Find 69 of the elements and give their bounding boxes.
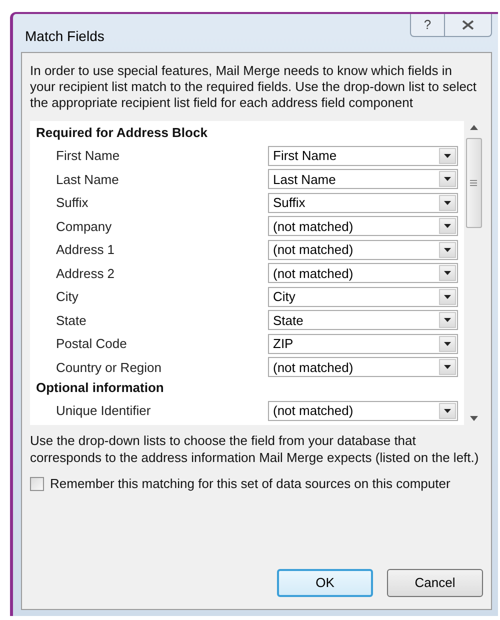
scroll-thumb[interactable] [466, 138, 482, 228]
caret-down-icon [444, 154, 451, 158]
dropdown-value: (not matched) [272, 220, 354, 233]
field-label: First Name [56, 147, 121, 165]
dropdown-arrow-button[interactable] [439, 218, 456, 234]
caret-down-icon [444, 365, 451, 370]
dialog-button[interactable]: OK [277, 569, 373, 597]
scroll-up-icon[interactable] [470, 125, 478, 130]
section-heading: Optional information [36, 379, 165, 397]
field-dropdown[interactable]: First Name [268, 146, 458, 166]
hint-text: Use the drop-down lists to choose the field from your database that corresponds to the address information Mail Merge expects (listed on the left.) [30, 433, 480, 466]
remember-checkbox[interactable] [30, 477, 44, 491]
field-label: City [56, 288, 80, 306]
dropdown-value: ZIP [272, 337, 294, 350]
section-heading: Required for Address Block [36, 124, 208, 142]
field-dropdown[interactable]: State [268, 310, 458, 330]
dropdown-value: City [272, 290, 296, 304]
field-dropdown[interactable]: (not matched) [268, 240, 458, 260]
field-dropdown[interactable]: (not matched) [268, 216, 458, 236]
dropdown-arrow-button[interactable] [439, 402, 456, 419]
field-dropdown[interactable]: ZIP [268, 334, 458, 354]
field-label: State [56, 312, 88, 330]
caret-down-icon [444, 177, 451, 182]
dropdown-value: Suffix [272, 196, 306, 210]
scroll-down-icon[interactable] [470, 416, 478, 421]
dropdown-value: (not matched) [272, 266, 354, 280]
caret-down-icon [444, 408, 451, 413]
field-dropdown[interactable]: City [268, 286, 458, 307]
field-dropdown[interactable]: (not matched) [268, 263, 458, 284]
field-label: Unique Identifier [56, 402, 152, 420]
dropdown-value: (not matched) [272, 404, 354, 418]
dropdown-arrow-button[interactable] [439, 171, 456, 188]
field-label: Address 2 [56, 264, 116, 282]
field-dropdown[interactable]: Suffix [268, 192, 458, 213]
dropdown-value: State [272, 314, 304, 327]
dropdown-value: (not matched) [272, 243, 354, 256]
dropdown-arrow-button[interactable] [439, 242, 456, 258]
dropdown-value: First Name [272, 149, 338, 162]
dropdown-value: (not matched) [272, 360, 354, 374]
dropdown-arrow-button[interactable] [439, 359, 456, 376]
dropdown-arrow-button[interactable] [439, 265, 456, 282]
field-label: Country or Region [56, 358, 162, 377]
field-dropdown[interactable]: (not matched) [268, 400, 458, 421]
field-label: Last Name [56, 170, 120, 188]
caret-down-icon [444, 200, 451, 205]
dropdown-arrow-button[interactable] [439, 148, 456, 164]
field-label: Suffix [56, 194, 90, 212]
window-title: Match Fields [25, 27, 104, 46]
field-label: Postal Code [56, 335, 128, 353]
field-label: Address 1 [56, 241, 116, 259]
caret-down-icon [444, 342, 451, 346]
intro-text: In order to use special features, Mail Merge needs to know which fields in your recipient list match to the required fields. Use the drop-down list to select the appropriate recipient list field for each address field component [30, 63, 478, 111]
dialog-button[interactable]: Cancel [387, 569, 483, 597]
caret-down-icon [444, 271, 451, 276]
close-icon [462, 20, 474, 30]
caret-down-icon [444, 248, 451, 252]
dropdown-value: Last Name [272, 172, 337, 186]
caret-down-icon [444, 224, 451, 228]
field-label: Company [56, 218, 113, 236]
remember-label[interactable]: Remember this matching for this set of data sources on this computer [50, 476, 450, 492]
grip-icon [470, 180, 477, 186]
dropdown-arrow-button[interactable] [439, 312, 456, 328]
field-dropdown[interactable]: (not matched) [268, 357, 458, 378]
dropdown-arrow-button[interactable] [439, 336, 456, 352]
dropdown-arrow-button[interactable] [439, 288, 456, 305]
dropdown-arrow-button[interactable] [439, 194, 456, 211]
caret-down-icon [444, 318, 451, 322]
caret-down-icon [444, 294, 451, 299]
field-dropdown[interactable]: Last Name [268, 169, 458, 190]
